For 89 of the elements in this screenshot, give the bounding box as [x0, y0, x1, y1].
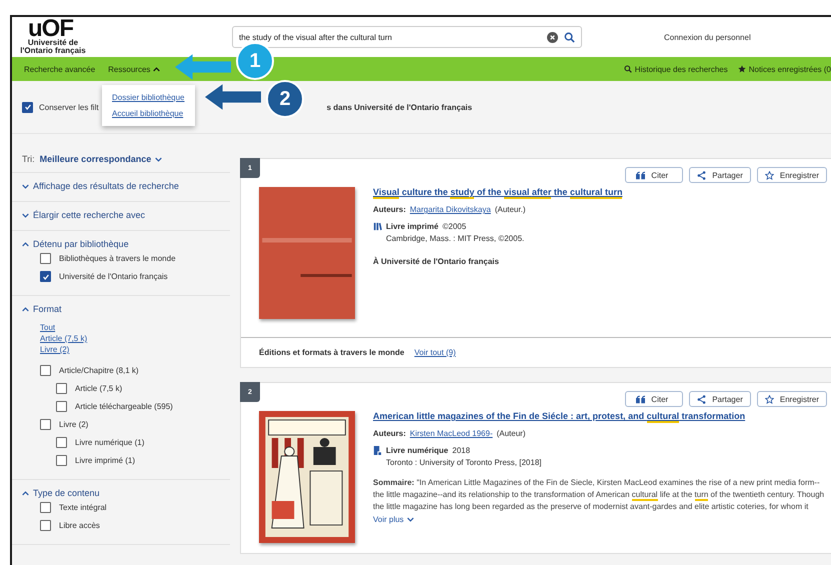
- checkbox[interactable]: [56, 401, 67, 412]
- nav-link[interactable]: Recherche avancée: [24, 64, 96, 74]
- publication-year: ©2005: [442, 222, 466, 231]
- author-role: (Auteur.): [494, 205, 526, 214]
- option-label: Article/Chapitre (8,1 k): [59, 366, 139, 375]
- author-link[interactable]: Margarita Dikovitskaya: [410, 205, 491, 214]
- option-label: Livre (2): [59, 420, 88, 429]
- checkbox[interactable]: [22, 102, 33, 112]
- callout-badge: 2: [266, 80, 304, 118]
- logo-text: Université de l'Ontario français: [19, 39, 87, 55]
- action-button[interactable]: Enregistrer: [756, 391, 827, 407]
- option-label: Université de l'Ontario français: [59, 272, 168, 281]
- facet-heading[interactable]: Détenu par bibliothèque: [22, 239, 230, 249]
- option-label: Livre numérique (1): [75, 438, 144, 447]
- holding-text: À Université de l'Ontario français: [373, 257, 499, 266]
- nav-link[interactable]: Historique des recherches: [624, 64, 728, 74]
- format-link[interactable]: Livre (2): [40, 344, 70, 355]
- publisher-text: Cambridge, Mass. : MIT Press, ©2005.: [385, 234, 524, 243]
- option-label: Article (7,5 k): [75, 384, 122, 393]
- share-icon: [697, 170, 706, 180]
- option-label: Bibliothèques à travers le monde: [59, 254, 176, 263]
- format-label: Livre imprimé: [386, 222, 438, 231]
- clear-icon[interactable]: [547, 32, 558, 42]
- summary-text: Sommaire: "In American Little Magazines of the Fin de Siecle, Kirsten MacLeod examines the rise of a new print media form--the little magazine--and its relationship to the transformation of American cultural life at the turn of the twentieth century. Though the little magazine has long been regarded as the preserve of modernist avant-gardes and elite artistic coteries, for whom it: [373, 477, 826, 513]
- chevron-up-icon: [22, 490, 29, 496]
- checkbox[interactable]: [40, 271, 51, 282]
- action-button[interactable]: Citer: [625, 391, 684, 407]
- action-button[interactable]: Enregistrer: [756, 167, 827, 183]
- books-icon: [373, 222, 382, 231]
- share-icon: [697, 394, 706, 404]
- facet-heading[interactable]: Type de contenu: [22, 488, 230, 498]
- search-field[interactable]: the study of the visual after the cultural turn: [232, 26, 582, 48]
- chevron-down-icon: [155, 156, 162, 162]
- checkbox[interactable]: [40, 520, 51, 531]
- publisher-text: Toronto : University of Toronto Press, [2018]: [385, 458, 542, 467]
- authors-label: Auteurs:: [373, 429, 406, 438]
- authors-label: Auteurs:: [373, 205, 406, 214]
- option-label: Article téléchargeable (595): [75, 402, 173, 411]
- results-count-text: s dans Université de l'Ontario français: [326, 102, 472, 112]
- staff-login-link[interactable]: Connexion du personnel: [664, 32, 751, 42]
- author-role: (Auteur): [496, 429, 526, 438]
- nav-link[interactable]: Ressources: [108, 64, 160, 74]
- chevron-down-icon: [22, 212, 29, 218]
- publication-year: 2018: [452, 446, 470, 455]
- checkbox[interactable]: [40, 253, 51, 264]
- chevron-up-icon: [153, 66, 160, 72]
- logo-mark[interactable]: uOF: [18, 19, 73, 39]
- nav-link[interactable]: Notices enregistrées (0: [738, 64, 831, 74]
- search-icon[interactable]: [564, 32, 575, 42]
- chevron-down-icon: [406, 517, 414, 522]
- action-button[interactable]: Partager: [689, 167, 751, 183]
- result-title-link[interactable]: Visual culture the study of the visual after the cultural turn: [373, 187, 622, 197]
- checkbox[interactable]: [40, 365, 51, 376]
- see-all-link[interactable]: Voir tout (9): [414, 348, 456, 357]
- result-title-link[interactable]: American little magazines of the Fin de Siécle : art, protest, and cultural transformation: [373, 411, 746, 421]
- format-link[interactable]: Article (7,5 k): [40, 333, 88, 344]
- chevron-up-icon: [22, 242, 29, 246]
- format-link[interactable]: Tout: [40, 322, 56, 333]
- sort-dropdown[interactable]: Meilleure correspondance: [40, 154, 162, 164]
- star-icon: [764, 394, 774, 404]
- checkbox[interactable]: [40, 419, 51, 430]
- action-button[interactable]: Citer: [625, 167, 684, 183]
- menu-item[interactable]: Dossier bibliothèque: [112, 93, 184, 102]
- sort-label: Tri:: [22, 154, 35, 164]
- checkbox[interactable]: [56, 437, 67, 448]
- quote-icon: [636, 394, 646, 404]
- ebook-icon: [373, 446, 382, 455]
- facet-heading[interactable]: Affichage des résultats de recherche: [22, 181, 230, 191]
- chevron-down-icon: [22, 184, 29, 188]
- facet-heading[interactable]: Élargir cette recherche avec: [22, 210, 230, 220]
- checkbox[interactable]: [56, 455, 67, 466]
- checkbox[interactable]: [56, 383, 67, 394]
- see-more-link[interactable]: Voir plus: [373, 515, 414, 524]
- format-label: Livre numérique: [386, 446, 448, 455]
- chevron-up-icon: [22, 306, 29, 312]
- keep-filters-label: Conserver les filt: [39, 102, 99, 112]
- author-link[interactable]: Kirsten MacLeod 1969-: [410, 429, 493, 438]
- search-icon: [624, 65, 632, 73]
- action-button[interactable]: Partager: [689, 391, 751, 407]
- option-label: Livre imprimé (1): [75, 456, 136, 465]
- star-icon: [738, 65, 746, 73]
- checkbox[interactable]: [40, 502, 51, 513]
- option-label: Texte intégral: [59, 503, 107, 512]
- option-label: Libre accès: [59, 521, 100, 530]
- editions-label: Éditions et formats à travers le monde: [259, 348, 404, 357]
- facet-heading[interactable]: Format: [22, 304, 230, 314]
- menu-item[interactable]: Accueil bibliothèque: [112, 109, 184, 118]
- star-icon: [764, 170, 774, 180]
- quote-icon: [636, 170, 646, 180]
